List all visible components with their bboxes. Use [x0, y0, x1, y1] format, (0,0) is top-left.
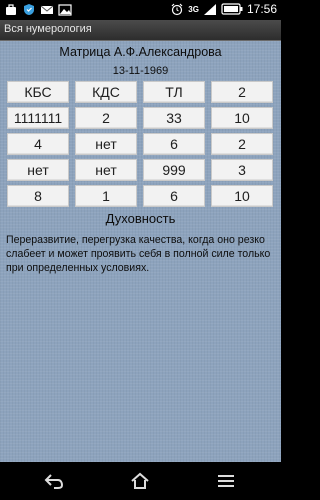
- matrix-cell[interactable]: 2: [75, 107, 137, 129]
- matrix-cell[interactable]: 2: [211, 81, 273, 103]
- system-icons: 3G 17:56: [170, 2, 277, 16]
- matrix-cell[interactable]: 999: [143, 159, 205, 181]
- image-icon: [58, 4, 72, 16]
- shield-icon: [24, 4, 34, 15]
- mail-icon: [40, 5, 54, 14]
- matrix-cell[interactable]: 33: [143, 107, 205, 129]
- bag-icon: [6, 4, 16, 15]
- matrix-cell[interactable]: 10: [211, 185, 273, 207]
- matrix-cell[interactable]: 10: [211, 107, 273, 129]
- matrix-cell[interactable]: 1: [75, 185, 137, 207]
- matrix-cell[interactable]: КДС: [75, 81, 137, 103]
- app-title: Вся нумерология: [4, 23, 92, 35]
- matrix-cell[interactable]: 6: [143, 133, 205, 155]
- matrix-cell[interactable]: нет: [75, 133, 137, 155]
- battery-icon: [221, 3, 243, 15]
- status-bar: 3G 17:56: [0, 0, 281, 20]
- home-icon[interactable]: [128, 471, 152, 491]
- matrix-grid: КБС КДС ТЛ 2 1111111 2 33 10 4 нет 6 2 н…: [7, 81, 275, 207]
- matrix-date: 13-11-1969: [112, 65, 169, 77]
- matrix-cell[interactable]: 8: [7, 185, 69, 207]
- clock: 17:56: [246, 2, 277, 16]
- content-area: Матрица А.Ф.Александрова 13-11-1969 КБС …: [0, 41, 281, 462]
- matrix-cell[interactable]: 4: [7, 133, 69, 155]
- section-title: Духовность: [105, 211, 176, 226]
- matrix-cell[interactable]: 3: [211, 159, 273, 181]
- network-type: 3G: [188, 4, 199, 14]
- section-description: Переразвитие, перегрузка качества, когда…: [6, 234, 271, 274]
- matrix-cell[interactable]: ТЛ: [143, 81, 205, 103]
- menu-icon[interactable]: [214, 471, 238, 491]
- title-bar: Вся нумерология: [0, 20, 281, 41]
- matrix-cell[interactable]: 6: [143, 185, 205, 207]
- matrix-cell[interactable]: КБС: [7, 81, 69, 103]
- matrix-cell[interactable]: нет: [75, 159, 137, 181]
- matrix-cell[interactable]: нет: [7, 159, 69, 181]
- signal-icon: [203, 3, 216, 15]
- matrix-cell[interactable]: 2: [211, 133, 273, 155]
- back-icon[interactable]: [42, 471, 66, 491]
- navigation-bar: [0, 462, 281, 500]
- matrix-title: Матрица А.Ф.Александрова: [59, 45, 222, 59]
- matrix-cell[interactable]: 1111111: [7, 107, 69, 129]
- alarm-icon: [171, 3, 183, 15]
- notification-icons: [4, 3, 72, 16]
